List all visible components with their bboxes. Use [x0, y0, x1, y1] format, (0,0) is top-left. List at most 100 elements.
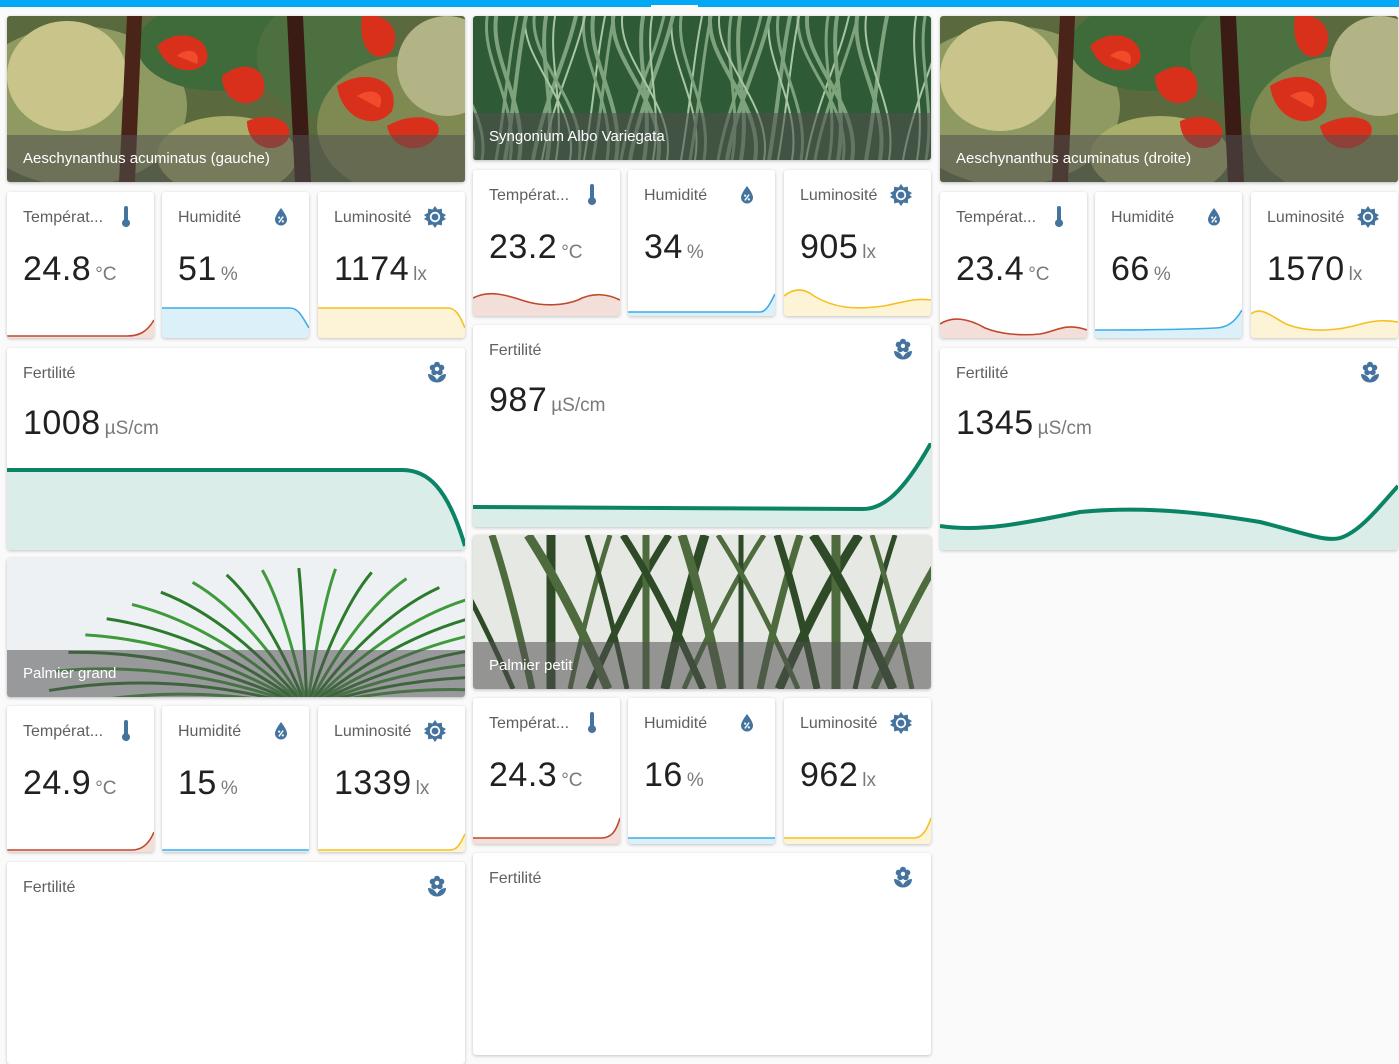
humidity-value: 15 — [178, 764, 217, 802]
water-percent-icon — [1202, 205, 1226, 229]
fertility-sparkline — [7, 468, 465, 550]
temperature-value: 24.9 — [23, 764, 92, 802]
humidity-value-row: 51% — [178, 250, 238, 289]
plant-picture-card[interactable]: Aeschynanthus acuminatus (gauche) — [7, 16, 465, 182]
flower-icon — [891, 866, 915, 890]
temperature-unit: °C — [561, 770, 583, 791]
temperature-sparkline — [940, 318, 1087, 338]
humidity-sparkline — [162, 849, 309, 852]
humidity-sparkline — [628, 837, 775, 844]
temperature-value-row: 24.3 °C — [489, 756, 583, 795]
humidity-card[interactable]: Humidité 51% — [162, 192, 309, 338]
thermometer-icon — [1047, 205, 1071, 229]
temperature-sparkline — [473, 293, 620, 316]
fertility-value: 987 — [489, 381, 548, 419]
temperature-sparkline — [7, 831, 154, 852]
temperature-value-row: 23.2 °C — [489, 228, 583, 267]
luminosity-value-row: 1339 lx — [334, 764, 429, 803]
luminosity-card[interactable]: Luminosité 962 lx — [784, 698, 931, 844]
luminosity-unit: lx — [413, 264, 427, 285]
temperature-label: Températ... — [956, 209, 1037, 226]
humidity-unit: % — [220, 778, 238, 799]
sun-icon — [423, 719, 447, 743]
sun-icon — [423, 205, 447, 229]
luminosity-value: 1174 — [334, 250, 410, 288]
humidity-value: 34 — [644, 228, 683, 266]
humidity-card[interactable]: Humidité 66% — [1095, 192, 1242, 338]
temperature-value-row: 24.9 °C — [23, 764, 117, 803]
fertility-unit: µS/cm — [551, 395, 606, 416]
luminosity-label: Luminosité — [800, 187, 878, 204]
luminosity-value: 905 — [800, 228, 859, 266]
temperature-card[interactable]: Températ... 24.3 °C — [473, 698, 620, 844]
plant-picture-card[interactable]: Syngonium Albo Variegata — [473, 16, 931, 160]
humidity-unit: % — [686, 770, 704, 791]
fertility-unit: µS/cm — [1037, 418, 1092, 439]
luminosity-card[interactable]: Luminosité 1570 lx — [1251, 192, 1398, 338]
thermometer-icon — [580, 183, 604, 207]
luminosity-unit: lx — [1348, 264, 1363, 285]
temperature-sparkline — [473, 817, 620, 844]
water-percent-icon — [735, 711, 759, 735]
water-percent-icon — [269, 205, 293, 229]
luminosity-sparkline — [784, 289, 931, 316]
luminosity-unit: lx — [415, 778, 430, 799]
humidity-card[interactable]: Humidité 34% — [628, 170, 775, 316]
plant-picture-card[interactable]: Palmier grand — [7, 558, 465, 697]
fertility-value-row: 987 µS/cm — [489, 381, 605, 420]
humidity-unit: % — [220, 264, 238, 285]
fertility-card[interactable]: Fertilité — [7, 862, 465, 1064]
luminosity-card[interactable]: Luminosité 1339 lx — [318, 706, 465, 852]
plant-name: Palmier grand — [7, 650, 465, 697]
temperature-label: Températ... — [23, 209, 104, 226]
fertility-card[interactable]: Fertilité 987 µS/cm — [473, 325, 931, 527]
plant-picture-card[interactable]: Aeschynanthus acuminatus (droite) — [940, 16, 1398, 182]
water-percent-icon — [735, 183, 759, 207]
plant-name: Aeschynanthus acuminatus (gauche) — [7, 135, 465, 182]
temperature-value: 24.3 — [489, 756, 558, 794]
temperature-card[interactable]: Températ... 23.2 °C — [473, 170, 620, 316]
active-tab-indicator — [651, 5, 698, 7]
luminosity-unit: lx — [862, 242, 876, 263]
temperature-card[interactable]: Températ... 23.4 °C — [940, 192, 1087, 338]
humidity-label: Humidité — [644, 187, 708, 204]
temperature-value: 23.2 — [489, 228, 558, 266]
humidity-label: Humidité — [644, 715, 708, 732]
fertility-card[interactable]: Fertilité 1008 µS/cm — [7, 348, 465, 550]
fertility-card[interactable]: Fertilité 1345 µS/cm — [940, 348, 1398, 550]
fertility-value-row: 1345 µS/cm — [956, 404, 1092, 443]
sun-icon — [889, 711, 913, 735]
temperature-sparkline — [7, 319, 154, 338]
temperature-unit: °C — [561, 242, 583, 263]
fertility-card[interactable]: Fertilité — [473, 853, 931, 1055]
luminosity-card[interactable]: Luminosité 905 lx — [784, 170, 931, 316]
thermometer-icon — [114, 719, 138, 743]
fertility-sparkline — [940, 484, 1398, 550]
temperature-card[interactable]: Températ... 24.8 °C — [7, 192, 154, 338]
thermometer-icon — [580, 711, 604, 735]
humidity-value: 66 — [1111, 250, 1150, 288]
humidity-card[interactable]: Humidité 15% — [162, 706, 309, 852]
flower-icon — [891, 338, 915, 362]
temperature-value: 23.4 — [956, 250, 1025, 288]
temperature-label: Températ... — [489, 187, 570, 204]
fertility-label: Fertilité — [489, 870, 542, 887]
temperature-label: Températ... — [489, 715, 570, 732]
humidity-label: Humidité — [1111, 209, 1175, 226]
luminosity-card[interactable]: Luminosité 1174 lx — [318, 192, 465, 338]
flower-icon — [1358, 361, 1382, 385]
luminosity-value: 1570 — [1267, 250, 1345, 288]
humidity-value: 16 — [644, 756, 683, 794]
temperature-unit: °C — [95, 778, 117, 799]
temperature-value: 24.8 — [23, 250, 92, 288]
luminosity-sparkline — [784, 817, 931, 844]
luminosity-unit: lx — [862, 770, 876, 791]
sun-icon — [889, 183, 913, 207]
luminosity-label: Luminosité — [334, 209, 412, 226]
plant-name: Palmier petit — [473, 642, 931, 689]
humidity-label: Humidité — [178, 723, 242, 740]
humidity-sparkline — [1095, 309, 1242, 338]
temperature-card[interactable]: Températ... 24.9 °C — [7, 706, 154, 852]
humidity-card[interactable]: Humidité 16% — [628, 698, 775, 844]
plant-picture-card[interactable]: Palmier petit — [473, 535, 931, 689]
